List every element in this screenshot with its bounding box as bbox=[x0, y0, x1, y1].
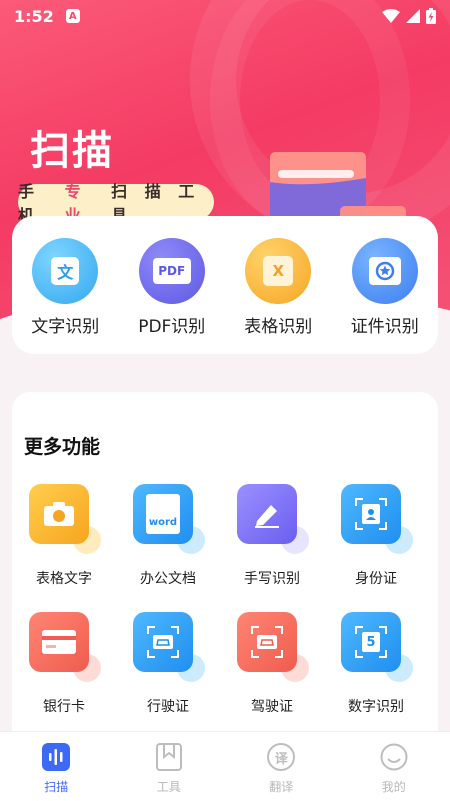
driver-license-icon bbox=[237, 612, 297, 672]
handwriting-pen-icon bbox=[237, 484, 297, 544]
tools-bookmark-icon bbox=[154, 742, 184, 772]
bottom-navigation: 扫描 工具 译 翻译 我的 bbox=[0, 731, 450, 801]
feature-label: 银行卡 bbox=[43, 699, 85, 715]
scan-icon bbox=[41, 742, 71, 772]
tab-label: 工具 bbox=[156, 780, 181, 794]
battery-icon bbox=[426, 8, 436, 24]
quick-actions-card: 文 文字识别 PDF PDF识别 X 表格识别 证件识别 bbox=[12, 216, 438, 354]
feature-id-card[interactable]: 身份证 bbox=[324, 484, 428, 612]
feature-driver-license[interactable]: 驾驶证 bbox=[220, 612, 324, 740]
quick-action-label: 表格识别 bbox=[244, 317, 313, 337]
tab-label: 扫描 bbox=[44, 780, 69, 794]
feature-vehicle-license[interactable]: 行驶证 bbox=[116, 612, 220, 740]
feature-label: 办公文档 bbox=[140, 571, 196, 587]
quick-action-id-card[interactable]: 证件识别 bbox=[335, 238, 435, 337]
feature-bank-card[interactable]: 银行卡 bbox=[12, 612, 116, 740]
profile-smile-icon bbox=[379, 742, 409, 772]
feature-grid: 表格文字 word 办公文档 手写识别 身份证 银行卡 行驶证 驾驶证 5 数字… bbox=[12, 484, 438, 740]
section-title: 更多功能 bbox=[24, 436, 101, 458]
tab-scan[interactable]: 扫描 bbox=[0, 732, 113, 801]
vehicle-license-icon bbox=[133, 612, 193, 672]
quick-action-label: PDF识别 bbox=[138, 317, 206, 337]
status-time: 1:52 bbox=[14, 6, 54, 26]
feature-label: 身份证 bbox=[355, 571, 397, 587]
feature-label: 驾驶证 bbox=[251, 699, 293, 715]
feature-handwriting[interactable]: 手写识别 bbox=[220, 484, 324, 612]
translate-icon: 译 bbox=[266, 742, 296, 772]
feature-label: 数字识别 bbox=[348, 699, 404, 715]
status-bar: 1:52 A bbox=[0, 0, 450, 32]
tab-label: 翻译 bbox=[269, 780, 294, 794]
feature-label: 手写识别 bbox=[244, 571, 300, 587]
quick-action-text-recognition[interactable]: 文 文字识别 bbox=[15, 238, 115, 337]
star-badge-icon bbox=[368, 257, 401, 285]
more-features-card: 更多功能 表格文字 word 办公文档 手写识别 身份证 银行卡 行驶证 驾驶证… bbox=[12, 392, 438, 732]
feature-office-docs[interactable]: word 办公文档 bbox=[116, 484, 220, 612]
tab-tools[interactable]: 工具 bbox=[113, 732, 226, 801]
id-card-icon bbox=[351, 238, 418, 304]
feature-number-recognition[interactable]: 5 数字识别 bbox=[324, 612, 428, 740]
wifi-icon bbox=[382, 9, 400, 23]
notification-icon: A bbox=[65, 9, 80, 23]
quick-action-pdf[interactable]: PDF PDF识别 bbox=[122, 238, 222, 337]
tab-profile[interactable]: 我的 bbox=[338, 732, 450, 801]
camera-icon bbox=[29, 484, 89, 544]
tab-label: 我的 bbox=[381, 780, 406, 794]
quick-action-table[interactable]: X 表格识别 bbox=[228, 238, 328, 337]
number-recognition-icon: 5 bbox=[341, 612, 401, 672]
hero-slogan: 手 机 专 业 扫 描 工 具 bbox=[18, 182, 214, 225]
tab-translate[interactable]: 译 翻译 bbox=[225, 732, 338, 801]
quick-action-label: 文字识别 bbox=[31, 317, 100, 337]
word-document-icon: word bbox=[133, 484, 193, 544]
excel-table-icon: X bbox=[245, 238, 312, 304]
feature-label: 表格文字 bbox=[36, 571, 92, 587]
bank-card-icon bbox=[29, 612, 89, 672]
feature-label: 行驶证 bbox=[147, 699, 189, 715]
feature-table-text[interactable]: 表格文字 bbox=[12, 484, 116, 612]
pdf-icon: PDF bbox=[138, 238, 205, 304]
text-recognition-icon: 文 bbox=[32, 238, 99, 304]
signal-icon bbox=[406, 9, 420, 23]
quick-action-label: 证件识别 bbox=[350, 317, 419, 337]
hero-title: 扫描 bbox=[30, 128, 114, 174]
id-portrait-icon bbox=[341, 484, 401, 544]
